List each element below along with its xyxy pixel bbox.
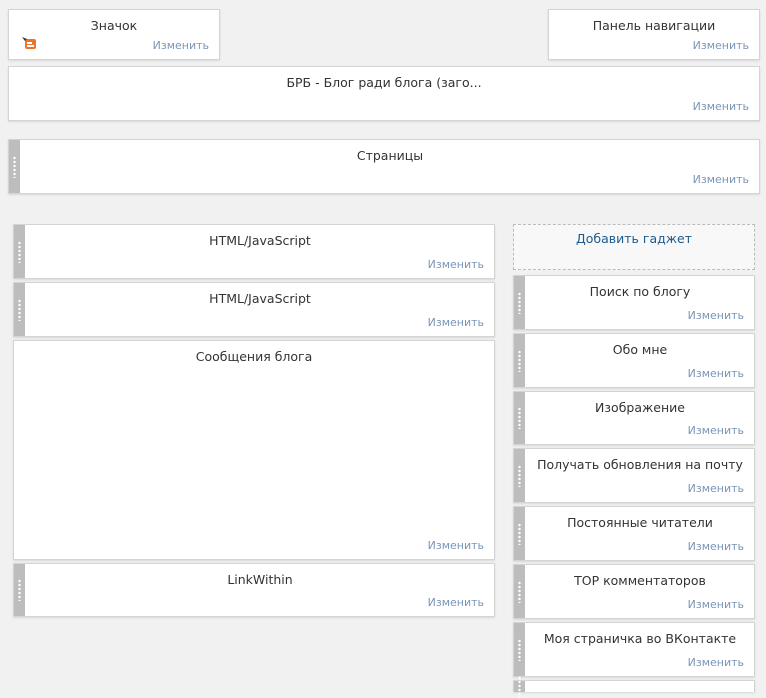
gadget-sidebar-2: Изображение Изменить xyxy=(513,391,755,445)
gadget-main-0: HTML/JavaScript Изменить xyxy=(13,224,495,279)
edit-link[interactable]: Изменить xyxy=(688,424,744,437)
gadget-blog-posts: Сообщения блога Изменить xyxy=(13,340,495,560)
gadget-navbar: Панель навигации Изменить xyxy=(548,9,760,60)
gadget-sidebar-0: Поиск по блогу Изменить xyxy=(513,275,755,330)
edit-link[interactable]: Изменить xyxy=(693,173,749,186)
edit-link[interactable]: Изменить xyxy=(428,258,484,271)
gadget-title: Панель навигации xyxy=(592,18,716,33)
edit-link[interactable]: Изменить xyxy=(688,482,744,495)
gadget-title: LinkWithin xyxy=(227,572,293,587)
gadget-blog-header: БРБ - Блог ради блога (заго... Изменить xyxy=(8,66,760,121)
gadget-title: Моя страничка во ВКонтакте xyxy=(543,631,737,646)
edit-link[interactable]: Изменить xyxy=(688,656,744,669)
blogger-orange-icon xyxy=(22,37,36,49)
gadget-sidebar-partial xyxy=(513,680,755,692)
gadget-title: Сообщения блога xyxy=(195,349,313,364)
gadget-title: Получать обновления на почту xyxy=(537,457,743,472)
drag-handle[interactable] xyxy=(14,283,25,336)
edit-link[interactable]: Изменить xyxy=(693,100,749,113)
drag-handle[interactable] xyxy=(14,564,25,616)
gadget-sidebar-5: TOP комментаторов Изменить xyxy=(513,564,755,619)
edit-link[interactable]: Изменить xyxy=(428,539,484,552)
drag-handle[interactable] xyxy=(514,334,525,387)
edit-link[interactable]: Изменить xyxy=(153,39,209,52)
gadget-title: Значок xyxy=(90,18,138,33)
gadget-title: HTML/JavaScript xyxy=(209,291,311,306)
edit-link[interactable]: Изменить xyxy=(688,598,744,611)
edit-link[interactable]: Изменить xyxy=(688,367,744,380)
gadget-sidebar-1: Обо мне Изменить xyxy=(513,333,755,388)
gadget-title: Страницы xyxy=(356,148,424,163)
gadget-sidebar-6: Моя страничка во ВКонтакте Изменить xyxy=(513,622,755,677)
drag-handle[interactable] xyxy=(514,681,525,692)
edit-link[interactable]: Изменить xyxy=(688,309,744,322)
gadget-title: Обо мне xyxy=(612,342,668,357)
edit-link[interactable]: Изменить xyxy=(428,596,484,609)
drag-handle[interactable] xyxy=(514,276,525,329)
drag-handle[interactable] xyxy=(514,392,525,444)
drag-handle[interactable] xyxy=(9,140,20,193)
drag-handle[interactable] xyxy=(514,507,525,560)
drag-handle[interactable] xyxy=(514,623,525,676)
gadget-pages: Страницы Изменить xyxy=(8,139,760,194)
gadget-sidebar-3: Получать обновления на почту Изменить xyxy=(513,448,755,503)
edit-link[interactable]: Изменить xyxy=(688,540,744,553)
gadget-main-1: HTML/JavaScript Изменить xyxy=(13,282,495,337)
gadget-favicon: Значок Изменить xyxy=(8,9,220,60)
edit-link[interactable]: Изменить xyxy=(428,316,484,329)
gadget-title: Постоянные читатели xyxy=(567,515,713,530)
gadget-sidebar-4: Постоянные читатели Изменить xyxy=(513,506,755,561)
add-gadget-button[interactable]: Добавить гаджет xyxy=(513,224,755,270)
drag-handle[interactable] xyxy=(514,565,525,618)
gadget-title: HTML/JavaScript xyxy=(209,233,311,248)
edit-link[interactable]: Изменить xyxy=(693,39,749,52)
drag-handle[interactable] xyxy=(14,225,25,278)
gadget-title: Изображение xyxy=(595,400,685,415)
drag-handle[interactable] xyxy=(514,449,525,502)
gadget-title: БРБ - Блог ради блога (заго... xyxy=(286,75,482,90)
gadget-title: Поиск по блогу xyxy=(589,284,691,299)
gadget-title: TOP комментаторов xyxy=(574,573,706,588)
gadget-main-3: LinkWithin Изменить xyxy=(13,563,495,617)
